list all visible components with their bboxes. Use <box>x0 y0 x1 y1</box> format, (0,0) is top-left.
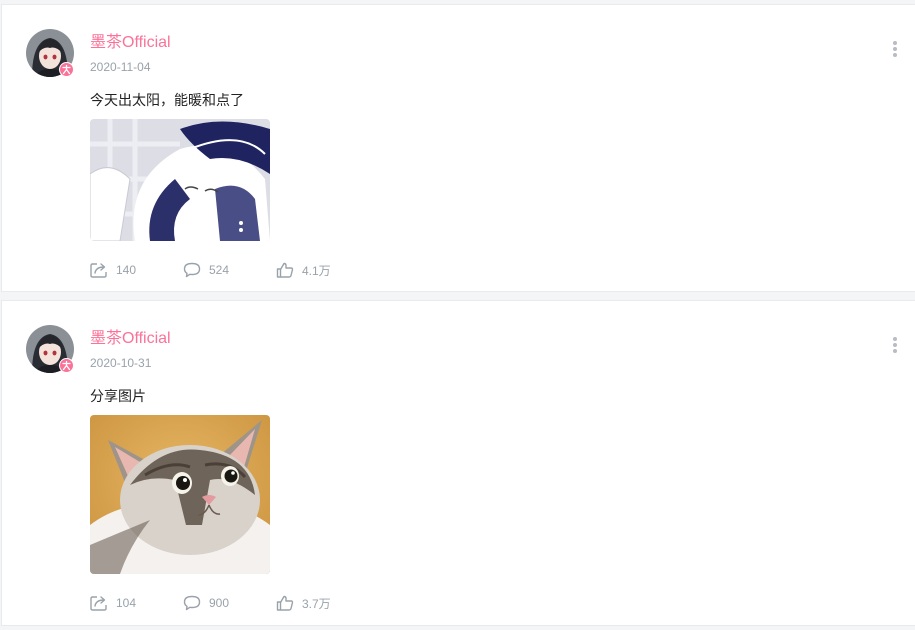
comment-button[interactable]: 524 <box>183 262 276 278</box>
post-text: 今天出太阳，能暖和点了 <box>90 92 244 108</box>
like-button[interactable]: 4.1万 <box>276 262 369 279</box>
comment-button[interactable]: 900 <box>183 595 276 611</box>
comment-icon <box>183 262 201 278</box>
vip-badge-icon <box>59 358 74 373</box>
like-button[interactable]: 3.7万 <box>276 595 369 612</box>
shocked-cat-image[interactable] <box>90 415 270 574</box>
post-date: 2020-10-31 <box>90 356 152 370</box>
thumbs-up-icon <box>276 262 294 278</box>
author-name[interactable]: 墨茶Official <box>90 328 171 350</box>
repost-count: 104 <box>116 596 137 610</box>
comment-count: 900 <box>209 596 230 610</box>
vip-badge-icon <box>59 62 74 77</box>
post-card: 墨茶Official 2020-10-31 分享图片 104 900 3.7万 <box>1 300 915 626</box>
author-name[interactable]: 墨茶Official <box>90 32 171 54</box>
more-options-icon[interactable] <box>891 337 899 355</box>
repost-icon <box>90 263 107 278</box>
comment-count: 524 <box>209 263 230 277</box>
repost-button[interactable]: 140 <box>90 262 183 278</box>
action-bar: 140 524 4.1万 <box>90 260 369 280</box>
thumbs-up-icon <box>276 595 294 611</box>
comment-icon <box>183 595 201 611</box>
repost-icon <box>90 596 107 611</box>
author-avatar[interactable] <box>26 29 74 77</box>
like-count: 4.1万 <box>302 263 331 278</box>
post-card: 墨茶Official 2020-11-04 今天出太阳，能暖和点了 140 52… <box>1 4 915 292</box>
sleeping-anime-girl-image[interactable] <box>90 119 270 241</box>
like-count: 3.7万 <box>302 596 331 611</box>
post-date: 2020-11-04 <box>90 60 151 74</box>
repost-count: 140 <box>116 263 137 277</box>
more-options-icon[interactable] <box>891 41 899 59</box>
author-avatar[interactable] <box>26 325 74 373</box>
post-text: 分享图片 <box>90 388 146 404</box>
action-bar: 104 900 3.7万 <box>90 593 369 613</box>
repost-button[interactable]: 104 <box>90 595 183 611</box>
